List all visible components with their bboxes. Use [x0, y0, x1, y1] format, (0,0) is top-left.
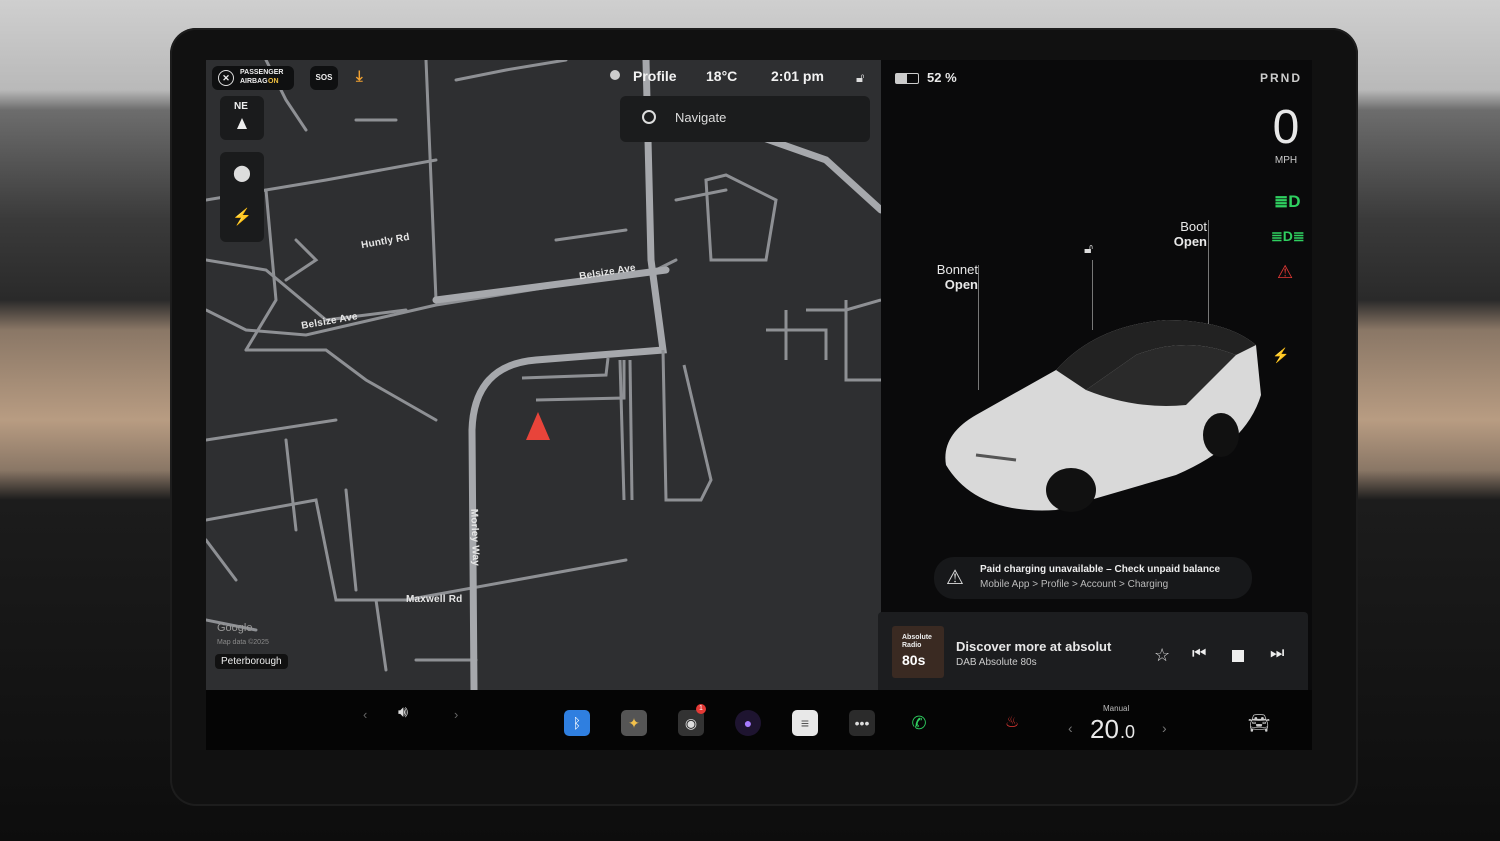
cabin-temp-decimal[interactable]: .0	[1120, 722, 1135, 743]
speed-unit: MPH	[1274, 155, 1298, 166]
car-controls-icon[interactable]: 🚘︎	[1246, 710, 1272, 736]
station-name: DAB Absolute 80s	[956, 657, 1037, 668]
charge-port-icon[interactable]: ⚡	[1272, 347, 1289, 364]
phone-icon[interactable]: ✆	[906, 710, 932, 736]
city-label: Peterborough	[215, 654, 288, 669]
notes-icon[interactable]: ≡	[792, 710, 818, 736]
cabin-temp-whole[interactable]: 20	[1090, 714, 1119, 745]
boot-label: Boot	[1180, 219, 1207, 234]
boot-leader-line	[1208, 220, 1209, 330]
passenger-airbag-indicator: ✕ PASSENGER AIRBAG ON	[212, 66, 294, 90]
art-text: Radio	[902, 642, 922, 649]
sos-button[interactable]: SOS	[310, 66, 338, 90]
airbag-off-icon: ✕	[218, 70, 234, 86]
google-logo: Google	[217, 622, 253, 634]
map-data-credit: Map data ©2025	[217, 639, 269, 646]
seat-heater-icon[interactable]: ♨	[999, 710, 1025, 736]
volume-up-chevron-icon[interactable]: ›	[454, 707, 458, 722]
speed-value: 0	[1272, 101, 1300, 154]
climate-mode: Manual	[1103, 704, 1130, 713]
profile-icon[interactable]	[610, 70, 620, 80]
alert-title: Paid charging unavailable – Check unpaid…	[980, 564, 1221, 575]
location-pin-icon[interactable]: ⬤	[220, 152, 264, 196]
touchscreen: Huntly Rd Belsize Ave Belsize Ave Morley…	[206, 60, 1312, 750]
bonnet-label: Bonnet	[936, 262, 978, 277]
airbag-label: AIRBAG	[240, 78, 268, 85]
airbag-label: PASSENGER	[240, 69, 284, 76]
alert-path: Mobile App > Profile > Account > Chargin…	[980, 579, 1169, 590]
road-label: Morley Way	[468, 508, 482, 567]
compass-arrow-icon	[237, 118, 247, 129]
compass-heading: NE	[234, 101, 248, 112]
gear-selector: PRND	[1260, 71, 1303, 85]
sidelight-icon: ≣D≣	[1271, 228, 1305, 244]
vehicle-illustration[interactable]	[936, 315, 1266, 515]
sos-label: SOS	[315, 73, 333, 82]
profile-button[interactable]: Profile	[633, 68, 677, 84]
art-text: 80s	[902, 652, 926, 668]
track-title: Discover more at absolut	[956, 639, 1112, 654]
art-text: Absolute	[902, 634, 932, 641]
charging-alert[interactable]: ⚠ Paid charging unavailable – Check unpa…	[934, 557, 1252, 599]
bonnet-state[interactable]: Open	[928, 277, 978, 292]
download-icon[interactable]: ⤓	[356, 68, 363, 85]
navigate-search[interactable]: Navigate	[620, 96, 870, 142]
door-unlock-icon[interactable]: 🔓︎	[1084, 240, 1093, 257]
search-icon	[642, 110, 656, 124]
charging-icon[interactable]: ⚡	[220, 196, 264, 240]
bluetooth-icon[interactable]: ᛒ	[564, 710, 590, 736]
unlock-icon[interactable]: 🔓︎	[856, 70, 864, 86]
album-art[interactable]: Absolute Radio 80s	[892, 626, 944, 678]
outside-temperature: 18°C	[706, 68, 738, 84]
dashcam-icon[interactable]: ◉ 1	[678, 704, 706, 736]
more-apps-icon[interactable]: •••	[849, 710, 875, 736]
map-roads	[206, 60, 881, 690]
previous-track-icon[interactable]: ⏮︎	[1192, 645, 1206, 663]
nav-arrow	[526, 412, 550, 440]
volume-icon[interactable]: 🔊︎	[398, 704, 408, 722]
clock: 2:01 pm	[771, 68, 824, 84]
volume-down-chevron-icon[interactable]: ‹	[363, 707, 367, 722]
camera-app-icon[interactable]: ●	[735, 710, 761, 736]
airbag-state: ON	[268, 78, 279, 85]
temp-down-chevron-icon[interactable]: ‹	[1068, 720, 1073, 736]
search-placeholder: Navigate	[675, 110, 727, 125]
seatbelt-warning-icon: ⚠	[1277, 262, 1294, 282]
map-view[interactable]: Huntly Rd Belsize Ave Belsize Ave Morley…	[206, 60, 881, 690]
battery-percent: 52 %	[927, 70, 957, 85]
camera-badge: 1	[696, 704, 706, 714]
media-player: Absolute Radio 80s Discover more at abso…	[878, 612, 1308, 702]
map-controls: ⬤ ⚡	[220, 152, 264, 242]
road-label: Maxwell Rd	[406, 594, 463, 605]
stop-icon[interactable]	[1232, 650, 1244, 662]
favorite-star-icon[interactable]: ☆	[1154, 645, 1170, 666]
compass-button[interactable]: NE	[220, 96, 264, 140]
next-track-icon[interactable]: ⏭︎	[1270, 645, 1284, 663]
boot-state[interactable]: Open	[1157, 234, 1207, 249]
warning-icon: ⚠	[946, 567, 964, 589]
headlight-icon: ≣D	[1274, 192, 1301, 211]
battery-icon	[895, 73, 919, 84]
toybox-icon[interactable]: ✦	[621, 710, 647, 736]
temp-up-chevron-icon[interactable]: ›	[1162, 720, 1167, 736]
